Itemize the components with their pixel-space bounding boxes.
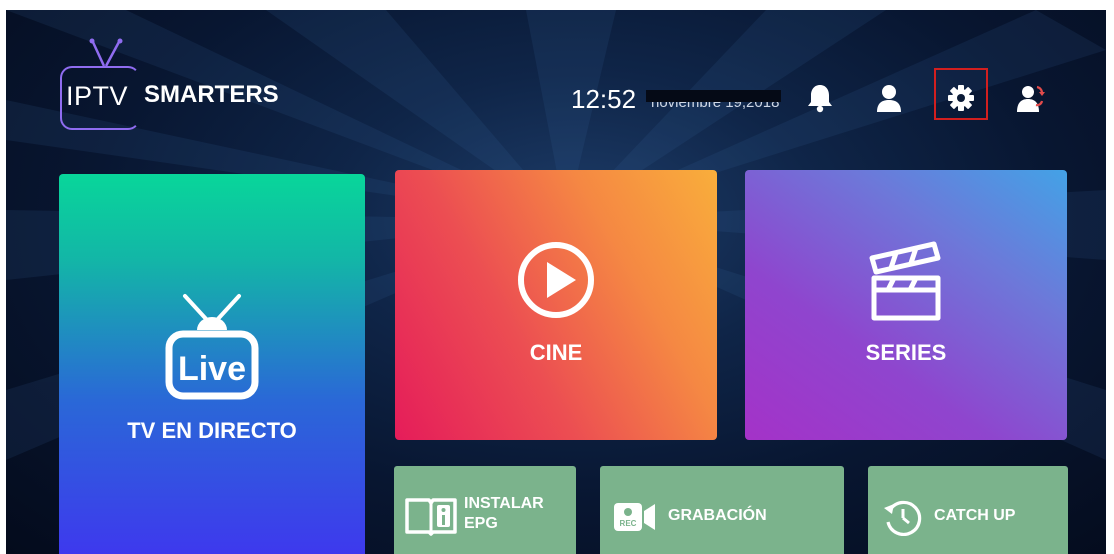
live-tv-label: TV EN DIRECTO xyxy=(127,418,297,443)
home-screen: IPTV SMARTERS 12:52 noviembre 19,2018 Li… xyxy=(6,10,1106,554)
svg-text:REC: REC xyxy=(620,519,637,528)
recording-tile[interactable]: REC GRABACIÓN xyxy=(600,466,844,554)
install-epg-line1: INSTALAR xyxy=(464,495,544,512)
install-epg-line2: EPG xyxy=(464,515,498,532)
logo-text-smarters: SMARTERS xyxy=(144,81,279,108)
install-epg-tile[interactable]: INSTALAR EPG xyxy=(394,466,576,554)
profile-button[interactable] xyxy=(871,80,907,116)
history-icon xyxy=(884,500,922,536)
user-icon xyxy=(877,85,901,112)
live-badge-text: Live xyxy=(178,350,246,388)
catch-up-label: CATCH UP xyxy=(934,507,1016,524)
clock-time: 12:52 xyxy=(571,84,637,114)
book-info-icon xyxy=(405,498,457,536)
settings-highlight-box xyxy=(934,68,988,120)
notifications-button[interactable] xyxy=(802,80,838,116)
play-circle-icon xyxy=(518,242,594,318)
logo-text-iptv: IPTV xyxy=(66,81,129,111)
clapperboard-icon xyxy=(869,241,941,321)
series-label: SERIES xyxy=(865,340,947,365)
switch-user-icon xyxy=(1017,85,1045,112)
switch-user-button[interactable] xyxy=(1012,80,1048,116)
bell-icon xyxy=(808,85,832,113)
series-tile[interactable]: SERIES xyxy=(745,170,1067,440)
date-redaction xyxy=(646,90,781,102)
recording-label: GRABACIÓN xyxy=(668,507,767,524)
app-logo: IPTV SMARTERS xyxy=(60,38,300,134)
catch-up-tile[interactable]: CATCH UP xyxy=(868,466,1068,554)
cine-tile[interactable]: CINE xyxy=(395,170,717,440)
live-tv-tile[interactable]: Live TV EN DIRECTO xyxy=(59,174,365,554)
cine-label: CINE xyxy=(529,340,583,365)
tv-live-icon: Live xyxy=(165,294,259,400)
rec-camera-icon: REC xyxy=(614,503,655,531)
